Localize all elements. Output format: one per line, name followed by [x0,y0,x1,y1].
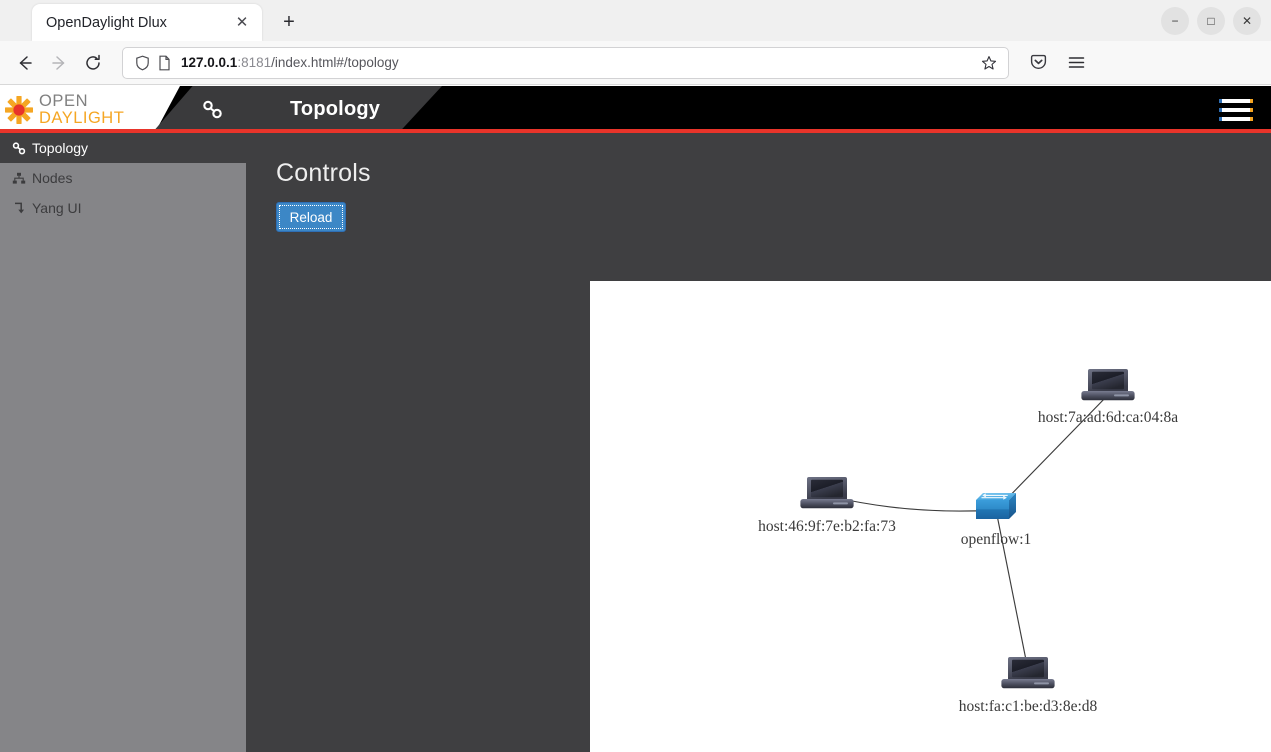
topology-node-host-7a[interactable]: host:7a:ad:6d:ca:04:8a [1038,369,1178,426]
odl-logo[interactable]: OPEN DAYLIGHT [0,86,180,133]
shield-icon [131,55,153,71]
sidebar-item-nodes[interactable]: Nodes [0,163,246,193]
topology-icon [12,141,29,155]
browser-toolbar-right [1021,47,1093,79]
burger-bar [1219,99,1253,103]
odl-header: OPEN DAYLIGHT Topology [0,86,1271,133]
window-controls: − □ ✕ [1161,7,1261,35]
burger-bar [1219,108,1253,112]
maximize-button[interactable]: □ [1197,7,1225,35]
topology-icon [202,100,224,125]
odl-body: Topology Nodes Yang UI Controls Reload h… [0,133,1271,752]
node-label: openflow:1 [961,531,1032,548]
burger-bar [1219,117,1253,121]
url-host: 127.0.0.1 [181,55,238,70]
odl-logo-daylight: DAYLIGHT [39,108,125,127]
odl-application: OPEN DAYLIGHT Topology Topology Nodes Ya… [0,86,1271,752]
star-icon[interactable] [978,55,1000,71]
node-label: host:46:9f:7e:b2:fa:73 [758,518,896,535]
odl-wordmark: OPEN DAYLIGHT [39,91,125,127]
url-text[interactable]: 127.0.0.1:8181/index.html#/topology [181,55,978,70]
opendaylight-flower-icon [4,95,34,125]
sidebar-item-label: Yang UI [32,200,82,216]
sidebar-item-yang-ui[interactable]: Yang UI [0,193,246,223]
page-title: Topology [290,98,381,120]
odl-logo-open: OPEN [39,91,89,110]
reload-icon[interactable] [76,47,110,79]
url-port: :8181 [237,55,272,70]
sidebar-item-label: Topology [32,140,89,156]
plus-icon[interactable]: + [276,9,302,35]
close-button[interactable]: ✕ [1233,7,1261,35]
link-openflow1-host46 [832,496,997,512]
browser-tab[interactable]: OpenDaylight Dlux ✕ [32,4,262,41]
minimize-button[interactable]: − [1161,7,1189,35]
topology-graph-canvas[interactable]: host:7a:ad:6d:ca:04:8a host:46:9f:7e:b2:… [590,281,1271,752]
node-label: host:fa:c1:be:d3:8e:d8 [959,698,1098,715]
reload-button[interactable]: Reload [276,202,346,232]
node-label: host:7a:ad:6d:ca:04:8a [1038,409,1178,426]
sidebar-item-label: Nodes [32,170,73,186]
sidebar: Topology Nodes Yang UI [0,133,246,752]
arrow-left-icon[interactable] [8,47,42,79]
hamburger-menu-icon[interactable] [1059,47,1093,79]
close-icon[interactable]: ✕ [232,13,252,33]
url-path: /index.html#/topology [271,55,399,70]
topology-node-host-46[interactable]: host:46:9f:7e:b2:fa:73 [758,477,896,535]
arrow-down-icon [12,202,29,215]
url-bar[interactable]: 127.0.0.1:8181/index.html#/topology [122,46,1009,79]
browser-nav-bar: 127.0.0.1:8181/index.html#/topology [0,41,1271,85]
page-icon [153,55,175,71]
browser-tab-bar: OpenDaylight Dlux ✕ + − □ ✕ [0,0,1271,41]
arrow-right-icon [42,47,76,79]
sitemap-icon [12,172,29,185]
hamburger-menu-icon[interactable] [1219,99,1253,121]
topology-svg[interactable]: host:7a:ad:6d:ca:04:8a host:46:9f:7e:b2:… [590,281,1271,752]
controls-heading: Controls [276,159,371,187]
main-content: Controls Reload host:7a:ad:6d:ca:04:8a h… [246,133,1271,752]
topology-node-host-fa[interactable]: host:fa:c1:be:d3:8e:d8 [959,657,1098,715]
sidebar-item-topology[interactable]: Topology [0,133,246,163]
tab-title: OpenDaylight Dlux [46,14,167,31]
pocket-icon[interactable] [1021,47,1055,79]
topology-node-openflow-1[interactable]: openflow:1 [961,492,1032,548]
